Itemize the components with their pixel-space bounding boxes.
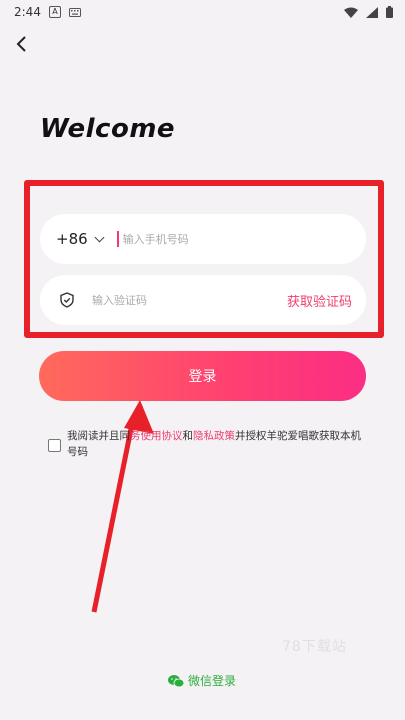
back-button[interactable] [10, 32, 34, 56]
status-time: 2:44 [14, 5, 41, 19]
country-code: +86 [56, 230, 88, 248]
page-title: Welcome [40, 114, 176, 144]
phone-input-placeholder[interactable]: 输入手机号码 [123, 231, 189, 247]
get-code-button[interactable]: 获取验证码 [287, 291, 352, 310]
login-button[interactable]: 登录 [39, 351, 366, 401]
verification-code-field[interactable]: 输入验证码 获取验证码 [40, 275, 366, 325]
agreement-checkbox[interactable] [48, 439, 61, 452]
phone-field[interactable]: +86 输入手机号码 [40, 214, 366, 264]
wechat-icon [168, 674, 184, 687]
status-bar: 2:44 A [0, 0, 405, 24]
shield-icon [60, 292, 74, 308]
battery-icon [386, 6, 393, 18]
notification-a-icon: A [48, 6, 61, 18]
watermark: 78下载站 [282, 639, 347, 655]
text-cursor [116, 231, 119, 247]
agreement-and: 和 [182, 430, 194, 442]
privacy-link[interactable]: 隐私政策 [193, 430, 235, 442]
agreement-row: 我阅读并且同务使用协议和隐私政策并授权羊驼爱唱歌获取本机号码 [48, 428, 370, 460]
wechat-login-label: 微信登录 [188, 674, 237, 688]
back-arrow-icon [16, 36, 26, 52]
chevron-down-icon [94, 232, 105, 243]
code-input-placeholder[interactable]: 输入验证码 [92, 292, 287, 308]
keyboard-icon [68, 7, 81, 17]
terms-link[interactable]: 务使用协议 [130, 430, 183, 442]
agreement-prefix: 我阅读并且同 [67, 430, 130, 442]
country-code-selector[interactable]: +86 [56, 230, 105, 248]
agreement-text: 我阅读并且同务使用协议和隐私政策并授权羊驼爱唱歌获取本机号码 [67, 428, 370, 460]
wifi-icon [344, 7, 358, 18]
wechat-login-button[interactable]: 微信登录 [168, 672, 236, 689]
signal-icon [366, 6, 378, 18]
